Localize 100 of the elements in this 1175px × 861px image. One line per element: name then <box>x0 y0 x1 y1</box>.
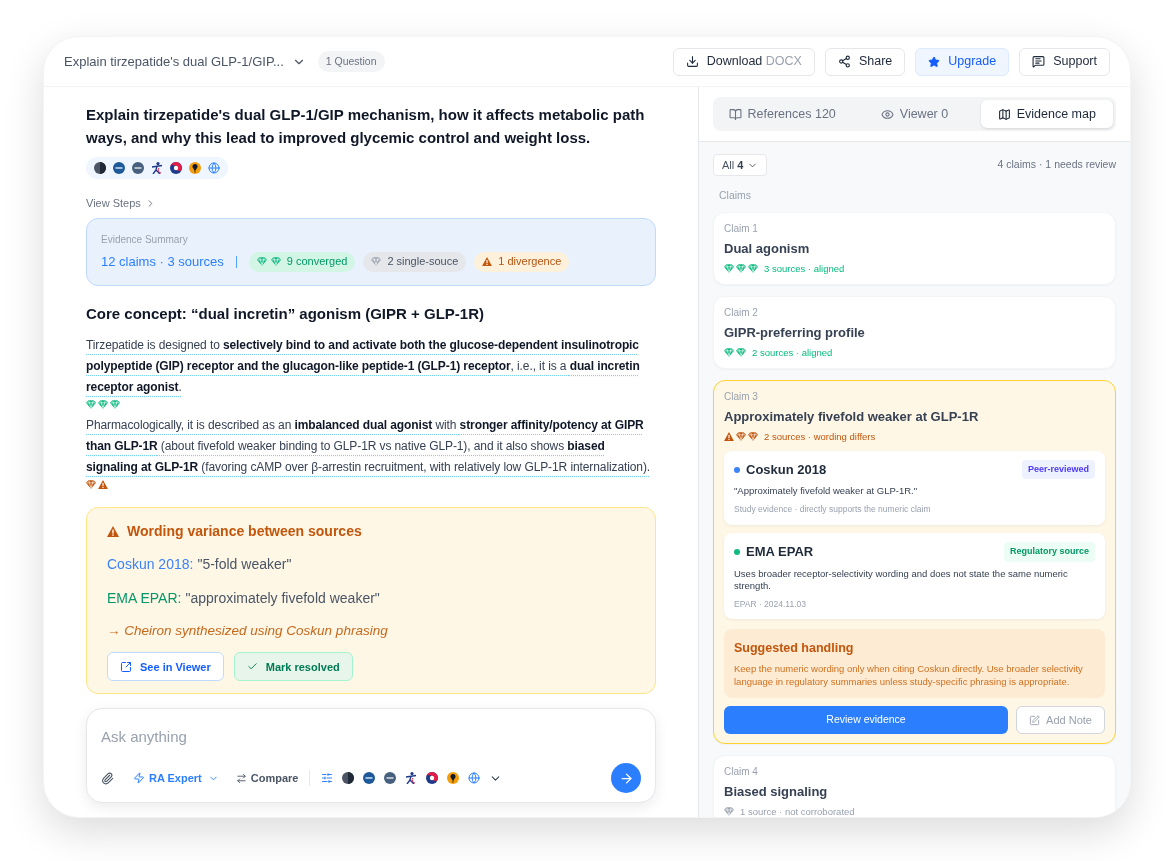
minus-circle-icon[interactable] <box>363 772 376 784</box>
claim-status: 2 sources · wording differs <box>764 429 876 443</box>
gem-icon <box>724 263 734 273</box>
claim-number: Claim 3 <box>724 389 759 404</box>
claim-card[interactable]: Claim 1 Dual agonism 3 sources · aligned <box>713 211 1116 285</box>
section-label: Claims <box>718 188 753 203</box>
ring-icon <box>170 162 182 174</box>
question-title: Explain tirzepatide's dual GLP-1/GIP mechanism, how it affects metabolic pathways, and why this lead to improved glycemic control and weight loss. <box>86 105 646 148</box>
claim-number: Claim 2 <box>724 305 759 320</box>
source-name: EMA EPAR <box>746 543 814 561</box>
claim-title: Approximately fivefold weaker at GLP-1R <box>724 407 980 426</box>
lightning-icon <box>133 772 145 784</box>
evidence-meta: EPAR · 2024.11.03 <box>734 597 807 611</box>
claim-card[interactable] <box>713 379 1116 744</box>
bulb-icon[interactable] <box>447 772 460 784</box>
gem-icon <box>748 263 758 273</box>
star-icon <box>928 55 941 68</box>
divergence-pill: 1 divergence <box>474 251 570 272</box>
variance-title: Wording variance between sources <box>127 522 362 541</box>
panel-tab[interactable]: Evidence map <box>980 100 1113 128</box>
mode-dropdown[interactable]: RA Expert <box>133 769 219 787</box>
gem-icon <box>724 347 734 357</box>
gem-icon <box>748 431 758 441</box>
source-name: EMA EPAR: <box>107 589 182 608</box>
book-icon <box>728 107 742 121</box>
download-icon <box>685 55 699 68</box>
globe-icon <box>208 162 220 174</box>
gem-icon <box>98 400 108 409</box>
gem-icon <box>371 257 382 266</box>
suggestion-text: Keep the numeric wording only when citing Coskun directly. Use broader selectivity language in regulatory summaries unless study-specific phrasing is appropriate. <box>734 662 1084 688</box>
person-icon <box>151 162 163 174</box>
gem-icon <box>86 400 96 409</box>
upgrade-button[interactable]: Upgrade <box>915 47 1010 76</box>
gem-icon <box>724 807 734 816</box>
download-button[interactable]: Download DOCX <box>672 47 815 76</box>
gem-icon <box>736 347 746 357</box>
claims-summary: 4 claims · 1 needs review <box>997 157 1116 173</box>
warning-icon <box>98 480 108 489</box>
single-source-pill: 2 single-souce <box>363 251 467 272</box>
evidence-text: "Approximately fivefold weaker at GLP-1R." <box>734 485 919 498</box>
claim-card[interactable]: Claim 2 GIPR-preferring profile 2 sources · aligned <box>713 295 1116 369</box>
person-icon[interactable] <box>405 772 418 784</box>
claim-number: Claim 4 <box>724 765 759 779</box>
evidence-text: Uses broader receptor-selectivity wording and does not state the same numeric strength. <box>734 567 1069 592</box>
claim-title: Biased signaling <box>724 783 829 801</box>
gem-icon <box>110 400 120 409</box>
claim-status: 1 source · not corroborated <box>740 805 855 817</box>
ring-icon[interactable] <box>426 772 439 784</box>
globe-icon[interactable] <box>468 772 481 784</box>
claim-title: GIPR-preferring profile <box>724 323 866 342</box>
question-count-badge: 1 Question <box>317 50 385 73</box>
source-type-badge: Regulatory source <box>1003 542 1095 562</box>
eye-icon <box>880 107 894 121</box>
suggestion-title: Suggested handling <box>734 640 855 658</box>
arrows-icon <box>235 772 247 784</box>
arrow-right-icon <box>618 770 634 786</box>
gem-icon <box>270 257 281 266</box>
map-icon <box>997 107 1011 121</box>
paperclip-icon[interactable] <box>101 771 114 785</box>
source-type-badge: Peer-reviewed <box>1021 459 1095 480</box>
synthesis-note: → Cheiron synthesized using Coskun phrasing <box>107 622 389 640</box>
claim-status: 2 sources · aligned <box>752 345 833 359</box>
half-circle-icon[interactable] <box>342 772 355 784</box>
panel-tab[interactable]: Viewer 0 <box>848 100 981 128</box>
external-link-icon <box>120 660 132 673</box>
share-button[interactable]: Share <box>824 47 906 76</box>
source-name: Coskun 2018 <box>746 460 827 479</box>
review-evidence-button[interactable]: Review evidence <box>724 706 1008 734</box>
view-steps-link[interactable]: View Steps <box>86 195 156 212</box>
claim-card[interactable]: Claim 4 Biased signaling 1 source · not corroborated <box>713 755 1116 817</box>
claim-number: Claim 1 <box>724 221 759 236</box>
panel-tab[interactable]: References 120 <box>716 100 849 128</box>
conversation-title-dropdown[interactable]: Explain tirzepatide's dual GLP-1/GIP... <box>64 51 306 72</box>
chat-input[interactable]: Ask anything <box>101 726 641 749</box>
compare-button[interactable]: Compare <box>235 769 299 787</box>
section-heading: Core concept: “dual incretin” agonism (GIPR + GLP-1R) <box>86 303 485 324</box>
support-button[interactable]: Support <box>1019 47 1110 76</box>
sliders-icon[interactable] <box>321 772 334 784</box>
edit-icon <box>1029 714 1041 726</box>
bulb-icon <box>189 162 201 174</box>
filter-dropdown[interactable]: All 4 <box>713 154 768 176</box>
source-quote: "5-fold weaker" <box>197 555 292 574</box>
cited-paragraph[interactable]: Tirzepatide is designed to selectively bind to and activate both the glucose-dependent insulinotropic polypeptide (GIP) receptor and the glucagon-like peptide-1 (GLP-1) receptor, i.e., it is a dual incretin receptor agonist. <box>86 335 656 398</box>
gem-icon <box>736 431 746 441</box>
minus-circle-icon <box>132 162 144 174</box>
minus-circle-icon[interactable] <box>384 772 397 784</box>
cited-paragraph[interactable]: Pharmacologically, it is described as an imbalanced dual agonist with stronger affinity/potency at GIPR than GLP-1R (about fivefold weaker binding to GLP-1R vs native GLP-1), and it also shows biased signaling at GLP-1R (favoring cAMP over β-arrestin recruitment, with relatively low GLP-1R internalization). <box>86 415 656 478</box>
warning-icon <box>107 526 119 537</box>
claim-status: 3 sources · aligned <box>764 261 845 275</box>
evidence-summary-label: Evidence Summary <box>101 232 189 247</box>
gem-icon <box>86 480 96 489</box>
see-in-viewer-button[interactable]: See in Viewer <box>107 652 224 682</box>
gem-icon <box>736 263 746 273</box>
send-button[interactable] <box>611 763 641 793</box>
mark-resolved-button[interactable]: Mark resolved <box>233 652 353 682</box>
warning-icon <box>724 431 734 441</box>
chat-icon <box>1032 55 1046 68</box>
minus-circle-icon <box>113 162 125 174</box>
converged-pill: 9 converged <box>248 251 356 272</box>
source-name: Coskun 2018: <box>107 555 194 574</box>
